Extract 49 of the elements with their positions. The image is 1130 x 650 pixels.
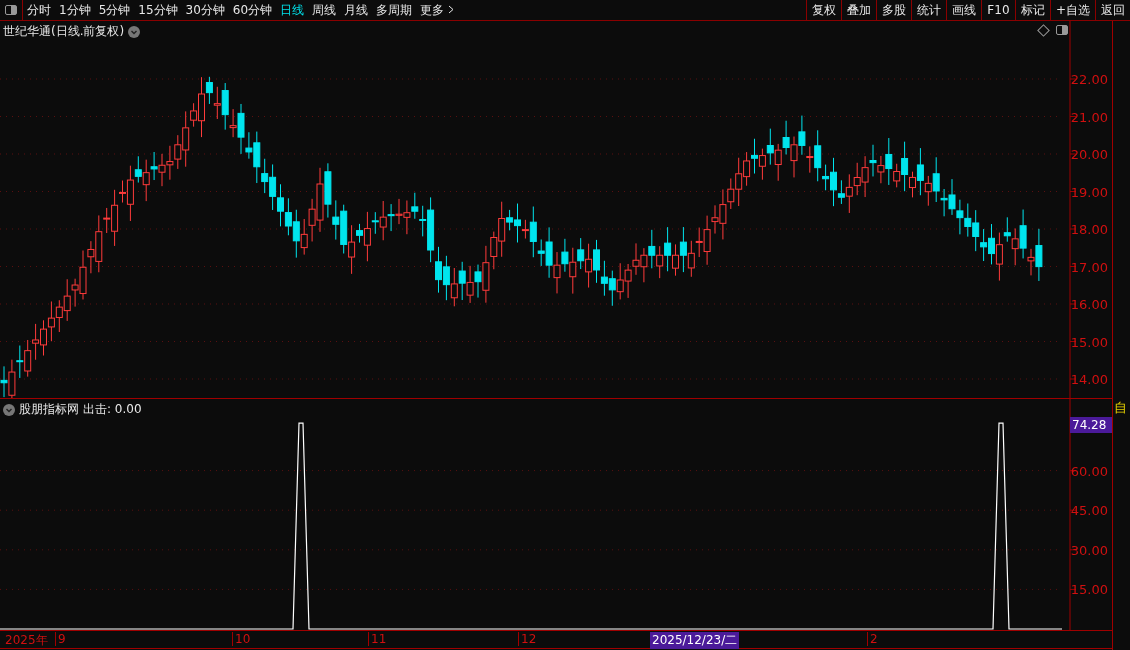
month-label: 9 [55,632,66,646]
toolbar-button[interactable]: 标记 [1014,0,1050,20]
price-tick-label: 15.00 [1070,334,1108,350]
toolbar-button[interactable]: 多股 [875,0,911,20]
indicator-tick-label: 15.00 [1070,582,1108,598]
stock-title: 世纪华通(日线.前复权) [3,23,125,40]
indicator-tick-label: 60.00 [1070,463,1108,479]
period-tab[interactable]: 1分钟 [55,0,95,20]
cursor-date-label: 2025/12/23/二 [650,632,740,649]
year-label: 2025年 [5,632,48,649]
period-tab[interactable]: 5分钟 [94,0,135,20]
more-button[interactable]: 更多 [416,0,458,20]
toolbar-button[interactable]: 画线 [945,0,981,20]
toolbar-button[interactable]: +自选 [1049,0,1095,20]
indicator-tick-label: 45.00 [1070,503,1108,519]
price-tick-label: 22.00 [1070,72,1108,87]
dropdown-icon[interactable] [128,25,141,38]
price-tick-label: 18.00 [1070,222,1108,237]
toolbar-button[interactable]: 复权 [805,0,841,20]
month-label: 12 [518,632,537,646]
dropdown-icon[interactable] [3,403,15,416]
month-label: 11 [368,632,387,646]
period-tab[interactable]: 周线 [308,0,341,20]
period-tab[interactable]: 30分钟 [181,0,229,20]
toolbar-button[interactable]: 返回 [1095,0,1130,20]
period-tab[interactable]: 分时 [23,0,55,20]
period-tab[interactable]: 多周期 [372,0,417,20]
price-tick-label: 16.00 [1070,297,1108,312]
month-label: 2 [867,632,878,646]
price-tick-label: 17.00 [1070,259,1108,275]
indicator-tick-label: 30.00 [1070,542,1108,558]
current-value-badge: 74.28 [1070,417,1112,433]
month-label: 10 [232,632,251,646]
panel-toggle-icon[interactable] [1055,23,1069,37]
price-tick-label: 14.00 [1070,372,1108,387]
toolbar-button[interactable]: 叠加 [840,0,876,20]
price-tick-label: 19.00 [1070,184,1108,200]
price-tick-label: 20.00 [1070,147,1108,162]
period-tab[interactable]: 月线 [340,0,373,20]
indicator-name: 股朋指标网 [19,401,79,418]
price-tick-label: 21.00 [1070,109,1108,125]
period-tab[interactable]: 日线 [276,0,309,20]
period-tab[interactable]: 60分钟 [228,0,277,20]
chevron-right-icon [447,4,454,14]
toolbar-button[interactable]: 统计 [910,0,946,20]
side-panel-label[interactable]: 自 [1114,399,1127,417]
indicator-reading: 出击: 0.00 [83,401,142,418]
period-tab[interactable]: 15分钟 [134,0,182,20]
toolbar-button[interactable]: F10 [980,0,1015,20]
